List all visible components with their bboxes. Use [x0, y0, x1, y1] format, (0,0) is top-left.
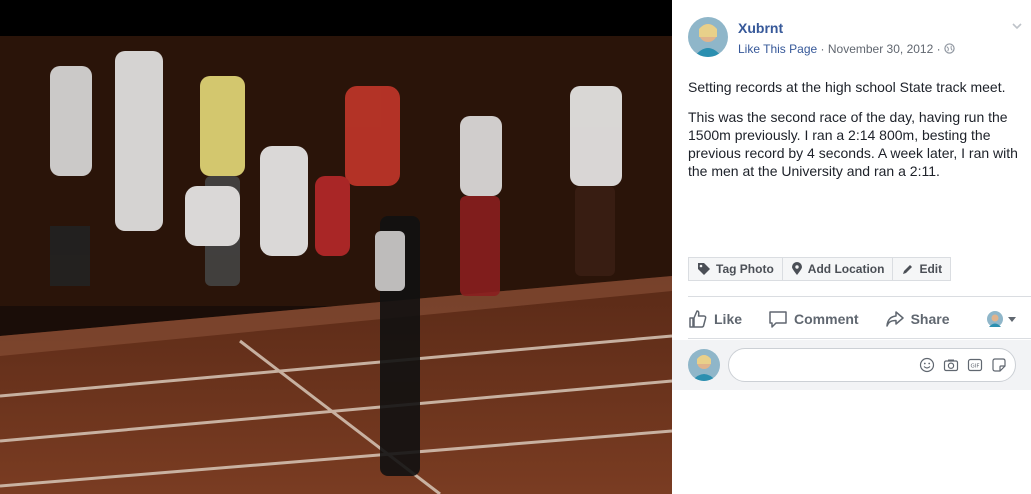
divider [688, 338, 1031, 339]
divider [688, 296, 1031, 297]
add-location-label: Add Location [807, 262, 885, 276]
gif-icon[interactable]: GIF [967, 357, 983, 373]
globe-icon [944, 43, 955, 54]
sticker-icon[interactable] [991, 357, 1007, 373]
post-text-paragraph-2: This was the second race of the day, hav… [688, 109, 1018, 179]
post-header: Xubrnt Like This Page · November 30, 201… [688, 17, 1022, 59]
avatar-image [688, 17, 728, 57]
share-arrow-icon [885, 311, 904, 327]
speech-bubble-icon [769, 311, 787, 328]
chevron-down-icon[interactable] [1010, 19, 1024, 33]
comment-tools: GIF [911, 357, 1007, 373]
tag-photo-button[interactable]: Tag Photo [688, 257, 783, 281]
edit-label: Edit [919, 262, 943, 276]
meta-separator: · [820, 42, 825, 56]
comment-button[interactable]: Comment [768, 309, 859, 329]
svg-text:GIF: GIF [970, 364, 979, 370]
thumbs-up-icon [689, 310, 707, 328]
post-actions: Like Comment Share [688, 305, 1018, 333]
author-name[interactable]: Xubrnt [738, 20, 783, 36]
photo-pane [0, 0, 672, 494]
post-as-selector[interactable] [987, 311, 1018, 327]
comment-area: GIF [672, 340, 1031, 390]
post-text: Setting records at the high school State… [688, 78, 1018, 192]
add-location-button[interactable]: Add Location [781, 257, 894, 281]
share-button[interactable]: Share [885, 309, 950, 329]
avatar [987, 311, 1003, 327]
post-meta: Like This Page · November 30, 2012 · [738, 42, 955, 56]
avatar-image [688, 349, 720, 381]
emoji-icon[interactable] [919, 357, 935, 373]
share-label: Share [910, 311, 950, 327]
tag-icon [698, 263, 710, 275]
post-text-paragraph-1: Setting records at the high school State… [688, 79, 1006, 95]
comment-input[interactable]: GIF [728, 348, 1016, 382]
like-label: Like [714, 311, 743, 327]
post-date[interactable]: November 30, 2012 [828, 42, 933, 56]
edit-button[interactable]: Edit [892, 257, 952, 281]
camera-icon[interactable] [943, 357, 959, 373]
like-button[interactable]: Like [688, 309, 742, 329]
comment-label: Comment [794, 311, 859, 327]
meta-separator-2: · [936, 42, 941, 56]
photo-viewer: Xubrnt Like This Page · November 30, 201… [0, 0, 1031, 494]
photo-tools: Tag Photo Add Location Edit [688, 257, 952, 281]
tag-photo-label: Tag Photo [716, 262, 774, 276]
caret-down-icon [1008, 317, 1016, 322]
race-photo[interactable] [0, 36, 672, 494]
pencil-icon [903, 264, 913, 274]
location-pin-icon [791, 262, 802, 275]
avatar[interactable] [688, 17, 728, 57]
avatar [688, 349, 720, 381]
like-page-link[interactable]: Like This Page [738, 42, 817, 56]
post-sidebar: Xubrnt Like This Page · November 30, 201… [672, 0, 1031, 494]
